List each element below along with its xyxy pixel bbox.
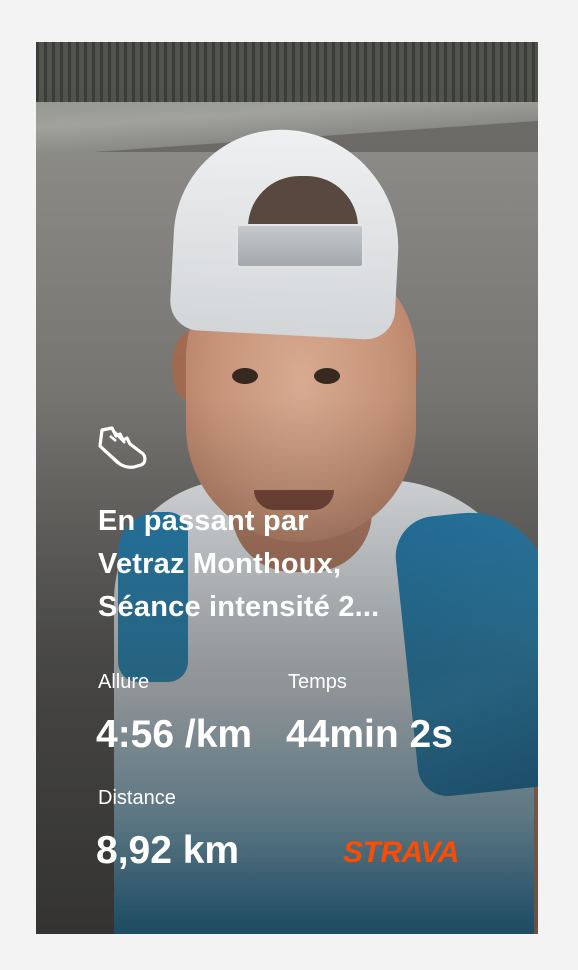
strava-logo: STRAVA <box>343 836 459 866</box>
activity-share-card: En passant par Vetraz Monthoux, Séance i… <box>36 42 538 934</box>
activity-title-line: En passant par <box>98 505 309 537</box>
activity-title-line: Vetraz Monthoux, <box>98 548 342 580</box>
distance-value: 8,92 km <box>96 829 240 872</box>
distance-label: Distance <box>98 787 176 809</box>
activity-title: En passant par Vetraz Monthoux, Séance i… <box>98 500 498 629</box>
pace-label: Allure <box>98 671 150 693</box>
time-value: 44min 2s <box>286 713 453 756</box>
activity-title-line: Séance intensité 2... <box>98 591 380 623</box>
time-label: Temps <box>288 671 347 693</box>
running-shoe-icon <box>98 426 147 469</box>
strava-logo-text: STRAVA <box>343 836 459 866</box>
pace-value: 4:56 /km <box>96 713 253 756</box>
